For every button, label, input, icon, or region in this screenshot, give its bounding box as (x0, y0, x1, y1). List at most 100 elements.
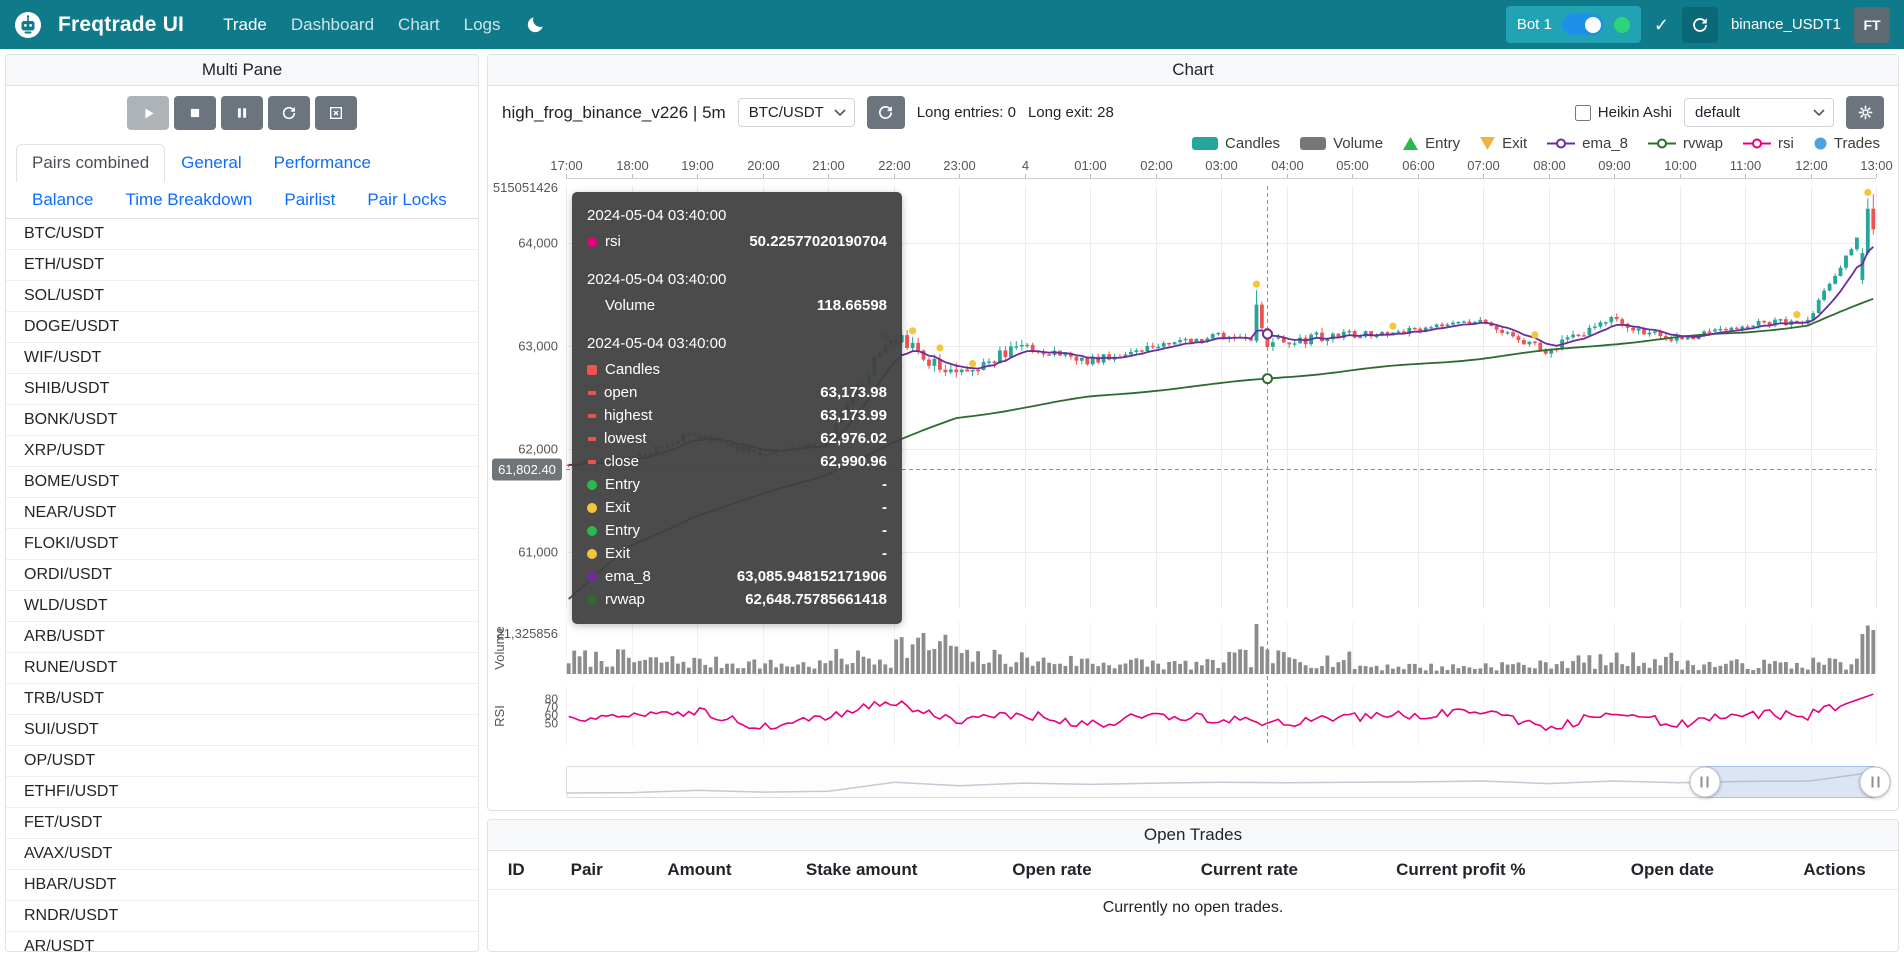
legend-label: ema_8 (1582, 135, 1628, 152)
legend-item-candles[interactable]: Candles (1192, 135, 1280, 152)
pair-row[interactable]: SOL/USDT (6, 281, 478, 312)
pair-row[interactable]: SHIB/USDT (6, 374, 478, 405)
exit-legend-icon (1480, 137, 1495, 150)
pair-row[interactable]: ORDI/USDT (6, 560, 478, 591)
svg-text:17:00: 17:00 (550, 158, 583, 173)
ema-8-legend-icon (1547, 137, 1575, 150)
pair-row[interactable]: NEAR/USDT (6, 498, 478, 529)
play-button[interactable] (127, 96, 169, 130)
pair-row[interactable]: FET/USDT (6, 808, 478, 839)
nav-link-chart[interactable]: Chart (387, 9, 451, 41)
tab-performance[interactable]: Performance (258, 144, 387, 182)
legend-item-rsi[interactable]: rsi (1743, 135, 1794, 152)
svg-text:10:00: 10:00 (1664, 158, 1697, 173)
datazoom-handle-left[interactable] (1689, 767, 1720, 798)
svg-text:64,000: 64,000 (518, 236, 558, 251)
svg-text:19:00: 19:00 (681, 158, 714, 173)
column-header-open-rate: Open rate (953, 851, 1150, 890)
pause-button[interactable] (221, 96, 263, 130)
legend-item-exit[interactable]: Exit (1480, 135, 1527, 152)
pair-row[interactable]: OP/USDT (6, 746, 478, 777)
pair-select[interactable]: BTC/USDT (738, 98, 855, 127)
tab-pairs-combined[interactable]: Pairs combined (16, 144, 165, 182)
chart-refresh-button[interactable] (867, 96, 905, 129)
chart-plot-area[interactable]: 17:0018:0019:0020:0021:0022:0023:00401:0… (488, 154, 1898, 756)
svg-text:04:00: 04:00 (1271, 158, 1304, 173)
plot-config-select-wrap: default (1684, 98, 1834, 127)
autorefresh-check-icon[interactable]: ✓ (1654, 16, 1669, 34)
tab-general[interactable]: General (165, 144, 257, 182)
pair-row[interactable]: RNDR/USDT (6, 901, 478, 932)
chart-toolbar: high_frog_binance_v226 | 5m BTC/USDT Lon… (488, 86, 1898, 131)
pair-row[interactable]: WIF/USDT (6, 343, 478, 374)
bot-selector[interactable]: Bot 1 (1506, 6, 1641, 43)
nav-link-dashboard[interactable]: Dashboard (280, 9, 385, 41)
legend-label: Exit (1502, 135, 1527, 152)
legend-label: Trades (1834, 135, 1880, 152)
heikin-ashi-checkbox[interactable] (1575, 105, 1591, 121)
svg-text:21:00: 21:00 (812, 158, 845, 173)
avatar[interactable]: FT (1854, 7, 1890, 43)
datazoom-handle-right[interactable] (1860, 767, 1891, 798)
legend-item-trades[interactable]: Trades (1814, 135, 1880, 152)
plot-config-select[interactable]: default (1684, 98, 1834, 127)
column-header-current-profit: Current profit % (1348, 851, 1574, 890)
nav-link-trade[interactable]: Trade (212, 9, 278, 41)
pair-row[interactable]: HBAR/USDT (6, 870, 478, 901)
pair-row[interactable]: ARB/USDT (6, 622, 478, 653)
theme-toggle-icon[interactable] (526, 15, 545, 34)
stop-button[interactable] (174, 96, 216, 130)
pair-row[interactable]: XRP/USDT (6, 436, 478, 467)
bot-controls (6, 86, 478, 138)
svg-text:07:00: 07:00 (1467, 158, 1500, 173)
svg-text:23:00: 23:00 (943, 158, 976, 173)
pair-row[interactable]: BONK/USDT (6, 405, 478, 436)
global-refresh-button[interactable] (1682, 7, 1718, 43)
pair-row[interactable]: DOGE/USDT (6, 312, 478, 343)
tab-balance[interactable]: Balance (16, 181, 109, 219)
legend-label: Entry (1425, 135, 1460, 152)
pair-row[interactable]: FLOKI/USDT (6, 529, 478, 560)
pair-row[interactable]: TRB/USDT (6, 684, 478, 715)
datazoom-slider[interactable] (566, 766, 1876, 798)
pair-row[interactable]: AR/USDT (6, 932, 478, 951)
column-header-amount: Amount (629, 851, 770, 890)
column-header-open-date: Open date (1574, 851, 1771, 890)
bot-name: Bot 1 (1517, 16, 1552, 33)
reload-button[interactable] (268, 96, 310, 130)
heikin-ashi-option: Heikin Ashi (1575, 104, 1672, 121)
pair-row[interactable]: AVAX/USDT (6, 839, 478, 870)
pair-row[interactable]: WLD/USDT (6, 591, 478, 622)
svg-text:50: 50 (545, 716, 559, 730)
trades-legend-icon (1814, 137, 1827, 150)
pair-row[interactable]: BTC/USDT (6, 219, 478, 250)
svg-text:09:00: 09:00 (1598, 158, 1631, 173)
svg-text:13:00: 13:00 (1860, 158, 1893, 173)
tab-pairlist[interactable]: Pairlist (268, 181, 351, 219)
column-header-stake-amount: Stake amount (770, 851, 953, 890)
pair-row[interactable]: SUI/USDT (6, 715, 478, 746)
legend-label: rsi (1778, 135, 1794, 152)
pair-row[interactable]: RUNE/USDT (6, 653, 478, 684)
column-header-pair: Pair (544, 851, 629, 890)
datazoom-window[interactable] (1705, 766, 1875, 798)
pair-row[interactable]: BOME/USDT (6, 467, 478, 498)
right-column: Chart high_frog_binance_v226 | 5m BTC/US… (487, 54, 1899, 952)
entry-legend-icon (1403, 137, 1418, 150)
bot-toggle[interactable] (1562, 14, 1604, 35)
volume-legend-icon (1300, 137, 1326, 150)
tab-time-breakdown[interactable]: Time Breakdown (109, 181, 268, 219)
pair-row[interactable]: ETHFI/USDT (6, 777, 478, 808)
pair-row[interactable]: ETH/USDT (6, 250, 478, 281)
legend-item-volume[interactable]: Volume (1300, 135, 1383, 152)
candlestick-chart[interactable]: 17:0018:0019:0020:0021:0022:0023:00401:0… (488, 154, 1898, 756)
tab-pair-locks[interactable]: Pair Locks (351, 181, 462, 219)
plot-settings-button[interactable] (1846, 96, 1884, 129)
clear-log-button[interactable] (315, 96, 357, 130)
legend-item-rvwap[interactable]: rvwap (1648, 135, 1723, 152)
nav-link-logs[interactable]: Logs (453, 9, 512, 41)
app-title: Freqtrade UI (58, 13, 184, 37)
candles-legend-icon (1192, 137, 1218, 150)
legend-item-ema-8[interactable]: ema_8 (1547, 135, 1628, 152)
legend-item-entry[interactable]: Entry (1403, 135, 1460, 152)
